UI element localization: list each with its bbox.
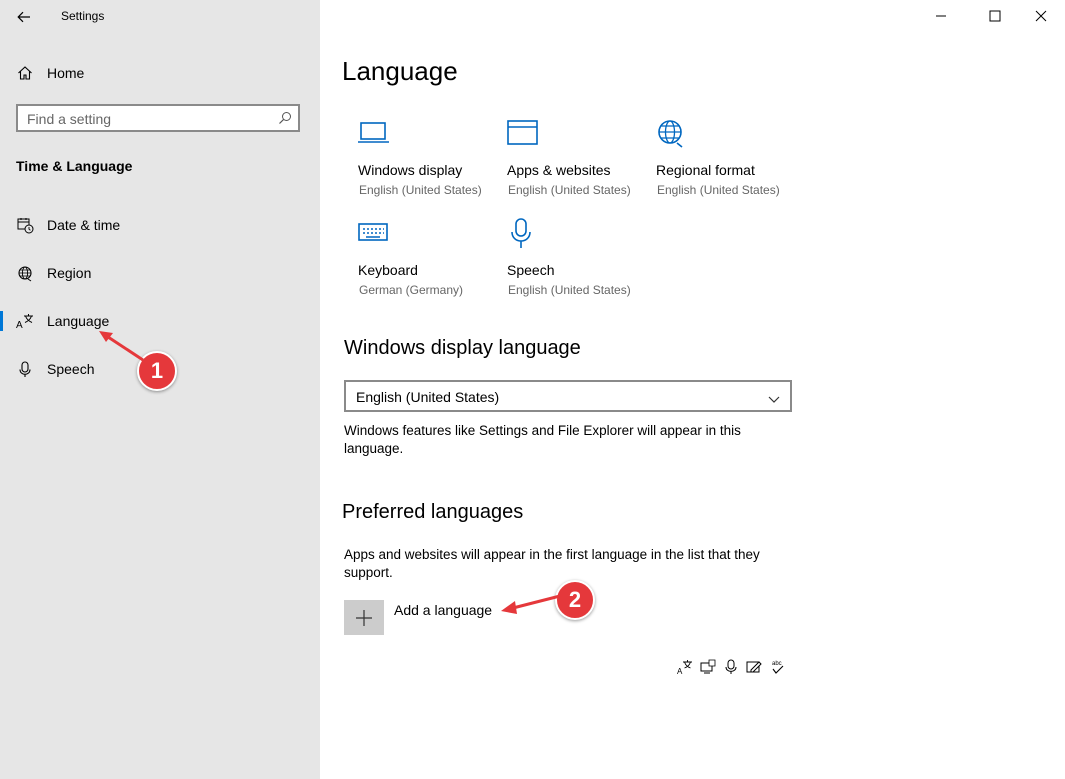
keyboard-icon [358, 218, 390, 248]
spelling-icon: abc [768, 658, 785, 675]
preferred-languages-description: Apps and websites will appear in the fir… [344, 547, 760, 580]
microphone-icon [507, 218, 539, 248]
globe-icon [656, 118, 688, 148]
chevron-down-icon [768, 391, 780, 409]
monitor-icon [358, 118, 390, 148]
calendar-clock-icon [16, 216, 34, 234]
app-title: Settings [61, 9, 105, 23]
search-input[interactable] [18, 106, 279, 132]
display-language-icon [699, 658, 716, 675]
annotation-arrow-2 [501, 594, 561, 614]
tile-regional-format[interactable]: Regional format English (United States) [656, 118, 796, 208]
tile-title: Windows display [358, 162, 463, 178]
close-icon [1035, 10, 1047, 22]
back-button[interactable] [12, 6, 36, 28]
browser-window-icon [507, 118, 539, 148]
preferred-languages-heading: Preferred languages [342, 501, 524, 523]
globe-icon [16, 264, 34, 282]
sidebar-item-date-time[interactable]: Date & time [0, 205, 320, 245]
sidebar-item-label: Speech [47, 361, 95, 377]
tile-title: Apps & websites [507, 162, 611, 178]
svg-text:A: A [677, 667, 683, 675]
tile-subtitle: English (United States) [359, 183, 482, 197]
tile-subtitle: German (Germany) [359, 283, 464, 297]
display-language-description: Windows features like Settings and File … [344, 423, 741, 456]
plus-icon [356, 609, 372, 626]
sidebar-item-language[interactable]: A Language [0, 301, 320, 341]
dropdown-value: English (United States) [356, 389, 500, 405]
microphone-icon [16, 360, 34, 378]
add-language-label[interactable]: Add a language [394, 602, 492, 618]
content-pane: Language Windows display English (United… [320, 0, 1065, 779]
tile-apps-websites[interactable]: Apps & websites English (United States) [507, 118, 647, 208]
minimize-button[interactable] [918, 0, 964, 32]
add-language-button[interactable] [344, 600, 384, 635]
maximize-icon [989, 10, 1001, 22]
language-pack-icon: A [676, 658, 693, 675]
search-icon[interactable] [278, 111, 292, 130]
maximize-button[interactable] [972, 0, 1018, 32]
svg-text:A: A [16, 320, 23, 330]
annotation-arrow-1 [99, 331, 144, 362]
svg-text:abc: abc [772, 661, 782, 667]
display-language-dropdown[interactable]: English (United States) [344, 380, 792, 412]
sidebar-item-label: Date & time [47, 217, 121, 233]
tile-keyboard[interactable]: Keyboard German (Germany) [358, 218, 498, 308]
language-icon: A [16, 312, 34, 330]
search-box[interactable] [16, 104, 300, 132]
tile-title: Speech [507, 262, 555, 278]
section-title: Time & Language [16, 158, 133, 174]
close-button[interactable] [1018, 0, 1064, 32]
sidebar-item-label: Region [47, 265, 92, 281]
language-feature-icons: A abc [676, 658, 785, 675]
selected-indicator [0, 311, 3, 331]
back-arrow-icon [17, 11, 30, 23]
tile-subtitle: English (United States) [508, 183, 631, 197]
nav-home-label: Home [47, 65, 85, 81]
home-icon [16, 64, 34, 82]
display-language-heading: Windows display language [344, 337, 581, 359]
sidebar: Settings Home Time & Language Date & tim… [0, 0, 320, 779]
tile-speech[interactable]: Speech English (United States) [507, 218, 647, 308]
nav-home[interactable]: Home [0, 53, 320, 93]
tile-subtitle: English (United States) [657, 183, 780, 197]
minimize-icon [936, 15, 946, 17]
handwriting-icon [745, 658, 762, 675]
tile-subtitle: English (United States) [508, 283, 631, 297]
tile-title: Keyboard [358, 262, 418, 278]
speech-icon [722, 658, 739, 675]
page-title: Language [342, 56, 458, 86]
tile-title: Regional format [656, 162, 755, 178]
sidebar-item-region[interactable]: Region [0, 253, 320, 293]
tile-windows-display[interactable]: Windows display English (United States) [358, 118, 498, 208]
